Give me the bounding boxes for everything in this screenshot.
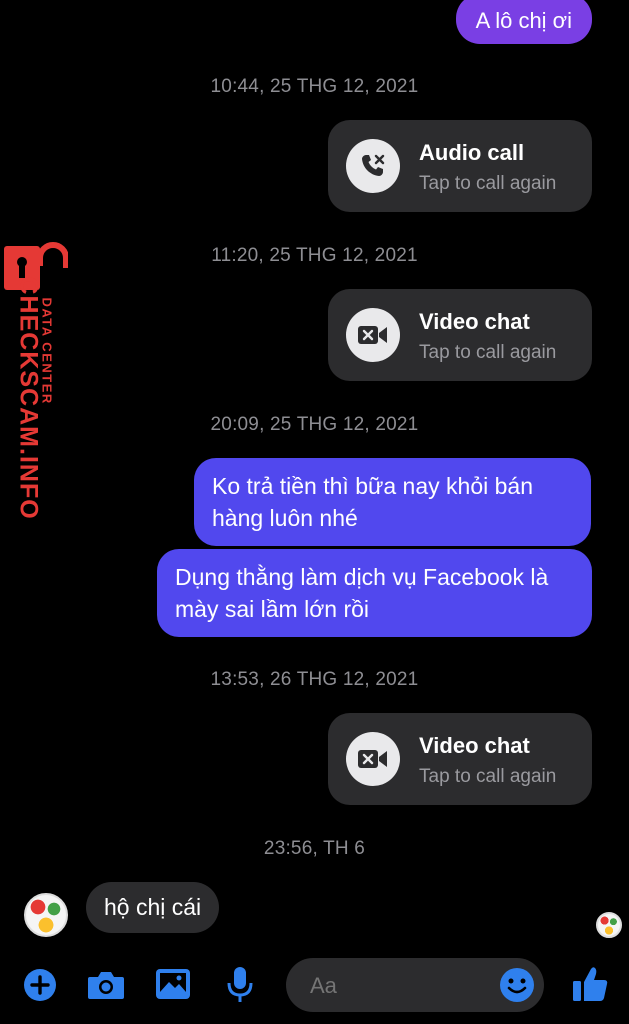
gallery-icon[interactable] xyxy=(154,966,192,1002)
seen-avatar xyxy=(596,912,622,938)
message-bubble-outgoing[interactable]: Ko trả tiền thì bữa nay khỏi bán hàng lu… xyxy=(194,458,591,546)
call-subtitle: Tap to call again xyxy=(419,173,557,194)
watermark-tagline: DATA CENTER xyxy=(39,297,55,405)
call-subtitle: Tap to call again xyxy=(419,766,557,787)
timestamp: 20:09, 25 THG 12, 2021 xyxy=(210,414,419,435)
call-title: Video chat xyxy=(419,309,530,334)
message-text: Ko trả tiền thì bữa nay khỏi bán hàng lu… xyxy=(212,473,533,531)
message-bubble-outgoing[interactable]: A lô chị ơi xyxy=(455,0,592,44)
call-title: Audio call xyxy=(419,140,525,165)
watermark-brand: CHECKSCAM.INFO xyxy=(14,276,43,520)
audio-call-card[interactable]: Audio call Tap to call again xyxy=(328,120,592,212)
missed-video-call-icon xyxy=(346,308,400,362)
message-text: A lô chị ơi xyxy=(475,8,572,33)
timestamp: 13:53, 26 THG 12, 2021 xyxy=(210,669,419,690)
timestamp: 10:44, 25 THG 12, 2021 xyxy=(210,76,419,97)
microphone-icon[interactable] xyxy=(224,965,256,1005)
plus-icon[interactable] xyxy=(22,967,58,1003)
missed-audio-call-icon xyxy=(346,139,400,193)
call-subtitle: Tap to call again xyxy=(419,342,557,363)
timestamp: 11:20, 25 THG 12, 2021 xyxy=(211,245,418,266)
camera-icon[interactable] xyxy=(86,967,126,1003)
message-input-container[interactable] xyxy=(286,958,544,1012)
thumbs-up-icon[interactable] xyxy=(570,964,610,1004)
message-bubble-incoming[interactable]: hộ chị cái xyxy=(86,882,220,933)
timestamp: 23:56, TH 6 xyxy=(263,838,366,859)
call-title: Video chat xyxy=(419,733,530,758)
message-text: hộ chị cái xyxy=(104,894,202,920)
contact-avatar[interactable] xyxy=(24,893,68,937)
missed-video-call-icon xyxy=(346,732,400,786)
video-call-card[interactable]: Video chat Tap to call again xyxy=(328,289,592,381)
message-text: Dụng thằng làm dịch vụ Facebook là mày s… xyxy=(175,564,549,622)
video-call-card[interactable]: Video chat Tap to call again xyxy=(328,713,592,805)
emoji-icon[interactable] xyxy=(498,966,536,1004)
message-input[interactable] xyxy=(308,972,492,1000)
message-bubble-outgoing[interactable]: Dụng thằng làm dịch vụ Facebook là mày s… xyxy=(157,549,592,637)
